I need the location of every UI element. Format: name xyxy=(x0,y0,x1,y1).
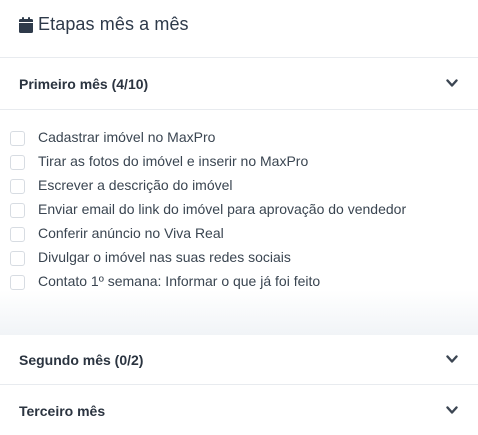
task-label: Enviar email do link do imóvel para apro… xyxy=(38,201,407,217)
task-checkbox[interactable] xyxy=(10,131,25,146)
task-list: Cadastrar imóvel no MaxPro Tirar as foto… xyxy=(0,111,478,335)
section-header-primeiro-mes[interactable]: Primeiro mês (4/10) xyxy=(0,59,478,110)
task-label: Tirar as fotos do imóvel e inserir no Ma… xyxy=(38,153,309,169)
task-label: Conferir anúncio no Viva Real xyxy=(38,225,224,241)
section-label: Primeiro mês (4/10) xyxy=(19,76,149,92)
task-item[interactable]: Contato 1º semana: Informar o que já foi… xyxy=(10,272,470,292)
task-checkbox[interactable] xyxy=(10,251,25,266)
task-checkbox[interactable] xyxy=(10,275,25,290)
calendar-icon xyxy=(19,17,33,33)
section-label: Terceiro mês xyxy=(19,403,106,419)
task-checkbox[interactable] xyxy=(10,155,25,170)
task-label: Contato 1º semana: Informar o que já foi… xyxy=(38,273,321,289)
task-item[interactable]: Divulgar o imóvel nas suas redes sociais xyxy=(10,248,470,268)
task-item[interactable]: Tirar as fotos do imóvel e inserir no Ma… xyxy=(10,152,470,172)
task-checkbox[interactable] xyxy=(10,203,25,218)
chevron-down-icon[interactable] xyxy=(446,355,458,364)
page-title: Etapas mês a mês xyxy=(38,14,189,34)
section-label: Segundo mês (0/2) xyxy=(19,352,144,368)
section-header-terceiro-mes[interactable]: Terceiro mês xyxy=(0,386,478,435)
task-checkbox[interactable] xyxy=(10,179,25,194)
chevron-down-icon[interactable] xyxy=(446,406,458,415)
task-item[interactable]: Escrever a descrição do imóvel xyxy=(10,176,470,196)
task-item[interactable]: Cadastrar imóvel no MaxPro xyxy=(10,128,470,148)
task-item[interactable]: Enviar email do link do imóvel para apro… xyxy=(10,200,470,220)
task-label: Cadastrar imóvel no MaxPro xyxy=(38,129,216,145)
chevron-down-icon[interactable] xyxy=(446,79,458,88)
task-item[interactable]: Conferir anúncio no Viva Real xyxy=(10,224,470,244)
task-label: Divulgar o imóvel nas suas redes sociais xyxy=(38,249,291,265)
section-header-segundo-mes[interactable]: Segundo mês (0/2) xyxy=(0,335,478,385)
task-label: Escrever a descrição do imóvel xyxy=(38,177,233,193)
page-header: Etapas mês a mês xyxy=(0,0,478,58)
task-checkbox[interactable] xyxy=(10,227,25,242)
